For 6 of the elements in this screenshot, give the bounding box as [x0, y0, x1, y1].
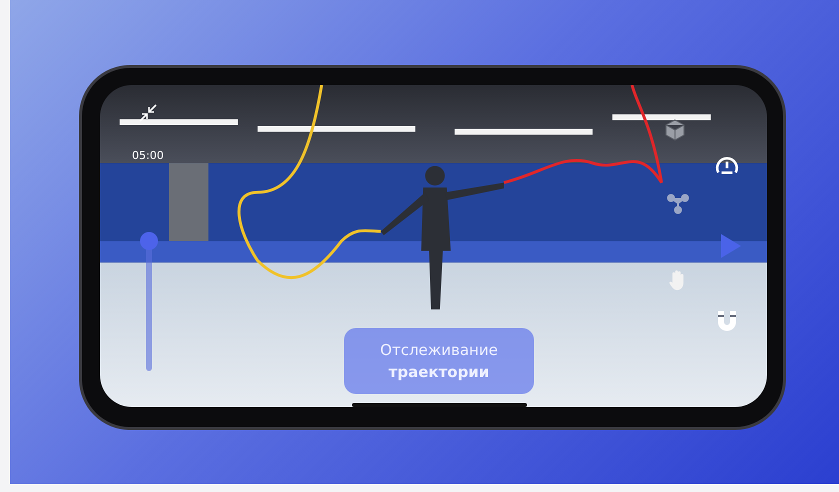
timer-text: 05:00 — [132, 149, 164, 162]
trajectory-tracking-button[interactable]: Отслеживание траектории — [344, 328, 534, 394]
cube-icon[interactable] — [663, 118, 687, 142]
nodes-icon[interactable] — [666, 191, 690, 215]
collapse-icon[interactable] — [138, 103, 158, 123]
magnet-icon[interactable] — [715, 309, 739, 333]
